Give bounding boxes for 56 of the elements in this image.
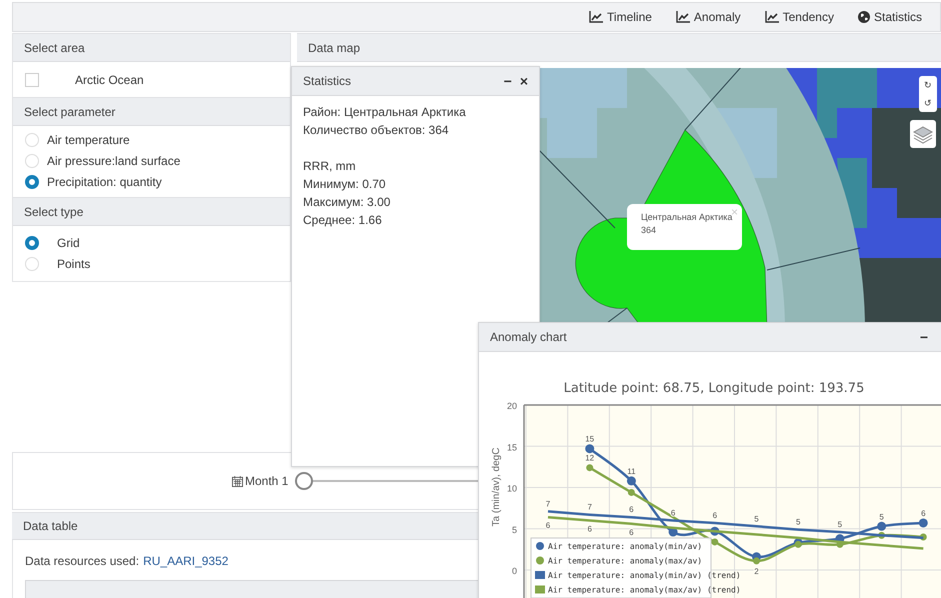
data-label: 7: [587, 502, 592, 512]
tick-label: 20: [506, 401, 517, 411]
legend-item: Air temperature: anomaly(max/av) (trend): [535, 586, 741, 594]
option-label: Air pressure:land surface: [47, 154, 180, 168]
statistics-text: Район: Центральная Арктика: [303, 104, 467, 121]
resource-link[interactable]: RU_AARI_9352: [143, 554, 228, 568]
option-label: Air temperature: [47, 133, 130, 147]
statistics-text: RRR, mm: [303, 158, 357, 175]
window-title: Anomaly chart: [490, 330, 567, 344]
tick-label: 15: [506, 442, 517, 452]
tick-label: 10: [506, 484, 517, 494]
legend-item: Air temperature: anomaly(min/av) (trend): [535, 571, 741, 580]
data-label: 6: [546, 521, 550, 530]
data-label: 6: [712, 510, 718, 520]
option-label: Points: [57, 257, 90, 271]
statistics-text: Количество объектов: 364: [303, 122, 450, 139]
data-label: 5: [838, 520, 842, 530]
toolbar-button[interactable]: Tendency: [754, 8, 844, 26]
area-label: Arctic Ocean: [75, 72, 144, 86]
panel-header: Select area: [13, 33, 290, 62]
rotate-button[interactable]: ↺: [919, 94, 937, 112]
window-control[interactable]: −: [500, 73, 515, 89]
statistics-text: Максимум: 3.00: [303, 194, 392, 211]
legend-item: Air temperature: anomaly(max/av): [536, 556, 702, 566]
tick-label: 0: [512, 566, 517, 576]
toolbar-button[interactable]: Timeline: [579, 8, 662, 26]
toolbar-button[interactable]: Statistics: [848, 8, 932, 26]
data-label: 12: [585, 454, 594, 463]
data-label: 2: [754, 566, 759, 576]
option-label: Precipitation: quantity: [47, 175, 162, 189]
month-text: Month 1: [245, 474, 288, 488]
window-control[interactable]: ×: [516, 73, 531, 89]
window-title: Statistics: [303, 74, 352, 88]
data-label: 5: [796, 518, 800, 527]
popup-title: Центральная Арктика: [641, 212, 732, 224]
window-control[interactable]: −: [916, 329, 931, 345]
panel-header: Select parameter: [13, 97, 290, 126]
data-label: 15: [585, 434, 594, 444]
data-label: 6: [629, 528, 634, 537]
tick-label: 5: [512, 524, 517, 535]
popup-count: 364: [641, 224, 658, 237]
data-label: 11: [627, 466, 636, 476]
data-label: 5: [754, 514, 759, 524]
toolbar-button[interactable]: Anomaly: [666, 8, 751, 26]
data-label: 5: [879, 512, 884, 522]
panel-header: Select type: [13, 197, 290, 226]
rotate-button[interactable]: ↻: [919, 76, 937, 94]
data-label: 6: [587, 524, 592, 534]
statistics-text: Минимум: 0.70: [303, 176, 387, 193]
legend-item: Air temperature: anomaly(min/av): [536, 542, 702, 551]
option-label: Grid: [57, 236, 80, 250]
data-label: 6: [629, 505, 634, 514]
chart-title: Latitude point: 68.75, Longitude point: 193.75: [564, 381, 864, 396]
data-label: 7: [546, 499, 550, 508]
panel-header: Data map: [297, 33, 941, 62]
statistics-text: Среднее: 1.66: [303, 212, 383, 229]
